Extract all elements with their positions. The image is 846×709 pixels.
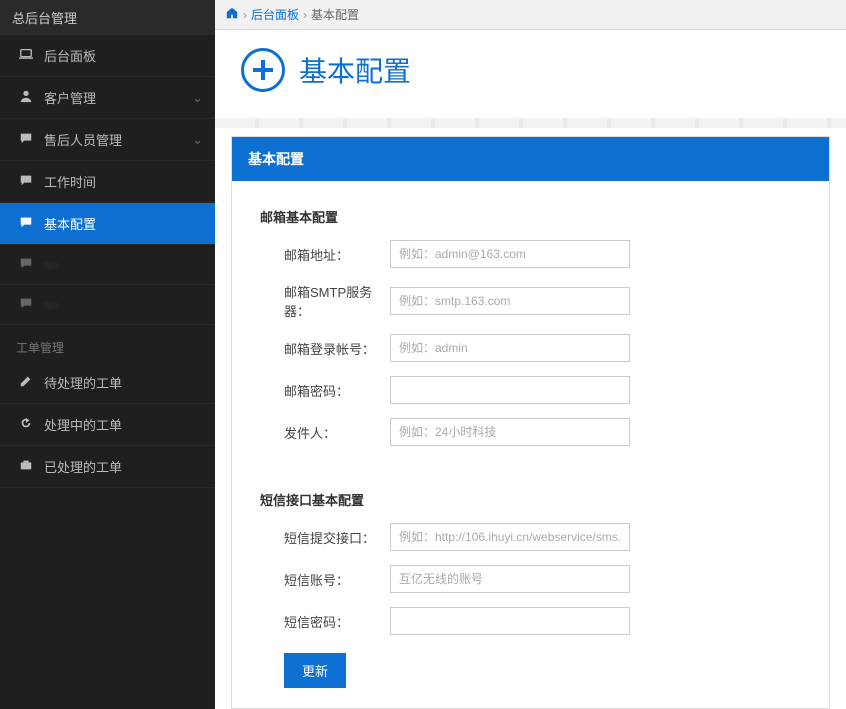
input-sms-account[interactable] [390, 565, 630, 593]
page-title-row: 基本配置 [215, 30, 846, 110]
label-email-address: 邮箱地址： [260, 245, 390, 264]
main: › 后台面板 › 基本配置 基本配置 基本配置 邮箱基本配置 邮箱地址： 邮箱S… [215, 0, 846, 709]
panel-header: 基本配置 [232, 137, 829, 181]
label-email-sender: 发件人： [260, 423, 390, 442]
refresh-icon [16, 416, 36, 433]
home-icon[interactable] [225, 6, 239, 23]
input-sms-password[interactable] [390, 607, 630, 635]
sidebar-item-worktime[interactable]: 工作时间 [0, 161, 215, 203]
breadcrumb-link-dashboard[interactable]: 后台面板 [251, 6, 299, 23]
chat-icon [16, 296, 36, 313]
sidebar-item-label: 后台面板 [44, 46, 96, 65]
chat-icon [16, 215, 36, 232]
sidebar-item-label: 客户管理 [44, 88, 96, 107]
sidebar-header: 总后台管理 [0, 0, 215, 35]
submit-button[interactable]: 更新 [284, 653, 346, 688]
chat-icon [16, 131, 36, 148]
sidebar: 总后台管理 后台面板 客户管理 ⌄ 售后人员管理 ⌄ 工作时间 基本配置 — [0, 0, 215, 709]
sidebar-item-dashboard[interactable]: 后台面板 [0, 35, 215, 77]
input-email-login[interactable] [390, 334, 630, 362]
sidebar-item-tickets-done[interactable]: 已处理的工单 [0, 446, 215, 488]
chevron-down-icon: ⌄ [192, 132, 203, 148]
breadcrumb-sep: › [243, 8, 247, 22]
input-email-password[interactable] [390, 376, 630, 404]
sidebar-item-label: — [44, 257, 57, 272]
sidebar-item-label: 工作时间 [44, 172, 96, 191]
sidebar-item-label: 待处理的工单 [44, 373, 122, 392]
section-title-email: 邮箱基本配置 [260, 207, 801, 226]
laptop-icon [16, 47, 36, 64]
input-email-smtp[interactable] [390, 287, 630, 315]
input-email-address[interactable] [390, 240, 630, 268]
input-sms-api[interactable] [390, 523, 630, 551]
decorative-divider [215, 118, 846, 128]
label-sms-api: 短信提交接口： [260, 528, 390, 547]
user-icon [16, 89, 36, 106]
label-sms-account: 短信账号： [260, 570, 390, 589]
sidebar-item-hidden[interactable]: — [0, 245, 215, 285]
pencil-icon [16, 374, 36, 391]
sidebar-item-label: 已处理的工单 [44, 457, 122, 476]
chat-icon [16, 256, 36, 273]
sidebar-item-label: 基本配置 [44, 214, 96, 233]
breadcrumb-sep: › [303, 8, 307, 22]
breadcrumb: › 后台面板 › 基本配置 [215, 0, 846, 30]
plus-circle-icon [241, 48, 285, 92]
sidebar-item-label: 处理中的工单 [44, 415, 122, 434]
sidebar-section-tickets: 工单管理 [0, 325, 215, 362]
sidebar-item-staff[interactable]: 售后人员管理 ⌄ [0, 119, 215, 161]
sidebar-item-tickets-pending[interactable]: 待处理的工单 [0, 362, 215, 404]
chevron-down-icon: ⌄ [192, 90, 203, 106]
section-title-sms: 短信接口基本配置 [260, 490, 801, 509]
label-email-login: 邮箱登录帐号： [260, 339, 390, 358]
input-email-sender[interactable] [390, 418, 630, 446]
page-title: 基本配置 [299, 50, 411, 90]
sidebar-item-hidden[interactable]: — [0, 285, 215, 325]
sidebar-item-label: 售后人员管理 [44, 130, 122, 149]
breadcrumb-current: 基本配置 [311, 6, 359, 23]
sidebar-item-label: — [44, 297, 57, 312]
sidebar-item-customers[interactable]: 客户管理 ⌄ [0, 77, 215, 119]
briefcase-icon [16, 458, 36, 475]
label-email-smtp: 邮箱SMTP服务器： [260, 282, 390, 320]
label-email-password: 邮箱密码： [260, 381, 390, 400]
chat-icon [16, 173, 36, 190]
sidebar-item-tickets-processing[interactable]: 处理中的工单 [0, 404, 215, 446]
config-panel: 基本配置 邮箱基本配置 邮箱地址： 邮箱SMTP服务器： 邮箱登录帐号： 邮箱密… [231, 136, 830, 709]
sidebar-item-basic-config[interactable]: 基本配置 [0, 203, 215, 245]
